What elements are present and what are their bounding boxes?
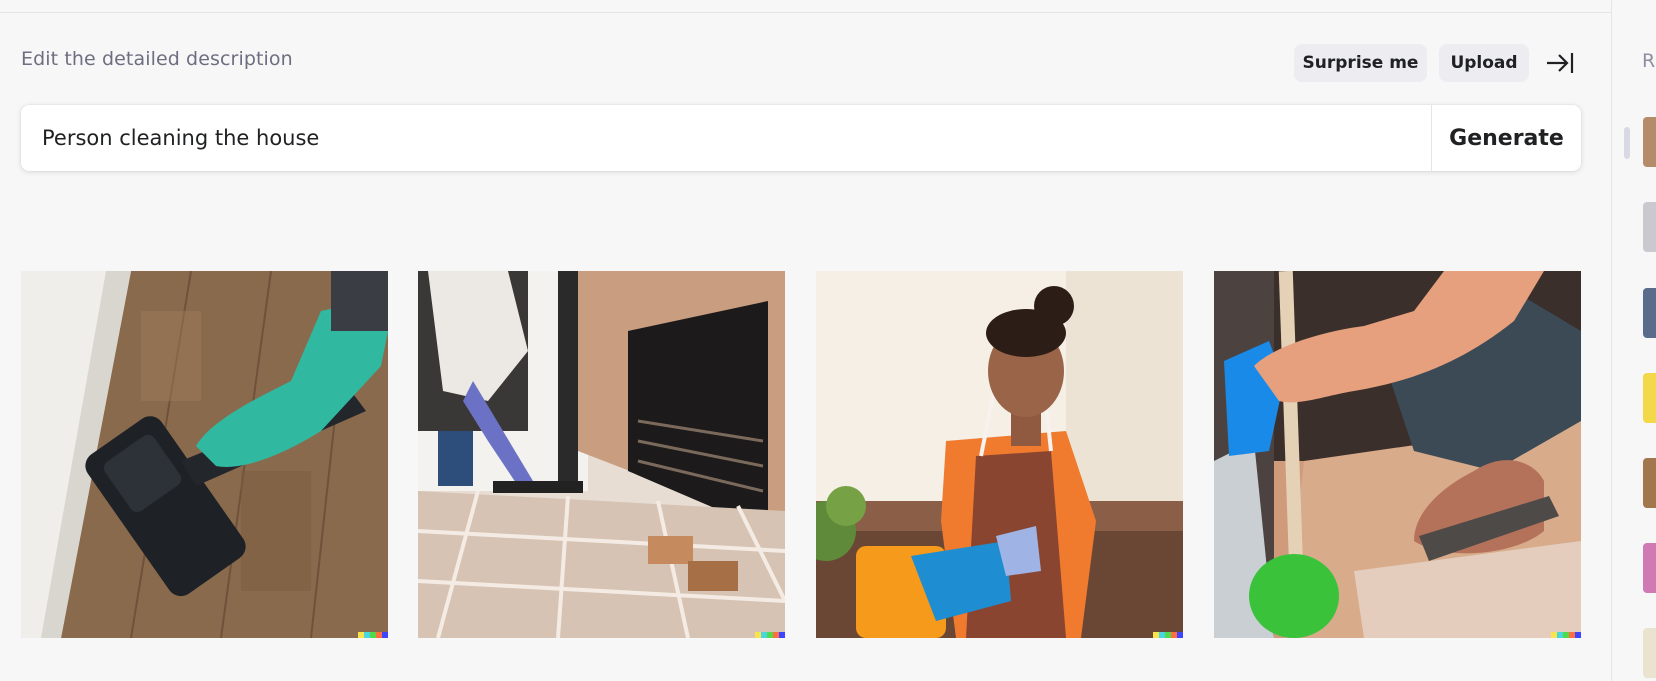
result-image-4[interactable]	[1214, 271, 1581, 638]
history-scrollbar[interactable]	[1624, 127, 1630, 159]
vacuum-floor-image	[21, 271, 388, 638]
description-label: Edit the detailed description	[21, 48, 293, 70]
prompt-input[interactable]	[21, 105, 1431, 171]
history-thumbnail[interactable]	[1643, 288, 1656, 338]
prompt-box: Generate	[21, 105, 1581, 171]
result-image-3[interactable]	[816, 271, 1183, 638]
main-area: Edit the detailed description Surprise m…	[0, 0, 1612, 681]
history-thumbnail[interactable]	[1643, 628, 1656, 678]
collapse-panel-icon[interactable]	[1545, 50, 1575, 76]
upload-button[interactable]: Upload	[1439, 44, 1529, 82]
generate-button[interactable]: Generate	[1432, 105, 1581, 171]
mopping-tiles-image	[418, 271, 785, 638]
surprise-me-button[interactable]: Surprise me	[1294, 44, 1427, 82]
history-title: R	[1642, 50, 1656, 72]
history-panel: R	[1611, 0, 1656, 681]
signature-strip	[1153, 632, 1183, 638]
history-thumbnail[interactable]	[1643, 458, 1656, 508]
signature-strip	[1551, 632, 1581, 638]
signature-strip	[358, 632, 388, 638]
woman-apron-image	[816, 271, 1183, 638]
history-thumbnail[interactable]	[1643, 373, 1656, 423]
result-image-2[interactable]	[418, 271, 785, 638]
history-thumbnail[interactable]	[1643, 117, 1656, 167]
signature-strip	[755, 632, 785, 638]
history-thumbnail[interactable]	[1643, 543, 1656, 593]
history-thumbnail[interactable]	[1643, 202, 1656, 252]
brush-sandals-image	[1214, 271, 1581, 638]
result-image-1[interactable]	[21, 271, 388, 638]
